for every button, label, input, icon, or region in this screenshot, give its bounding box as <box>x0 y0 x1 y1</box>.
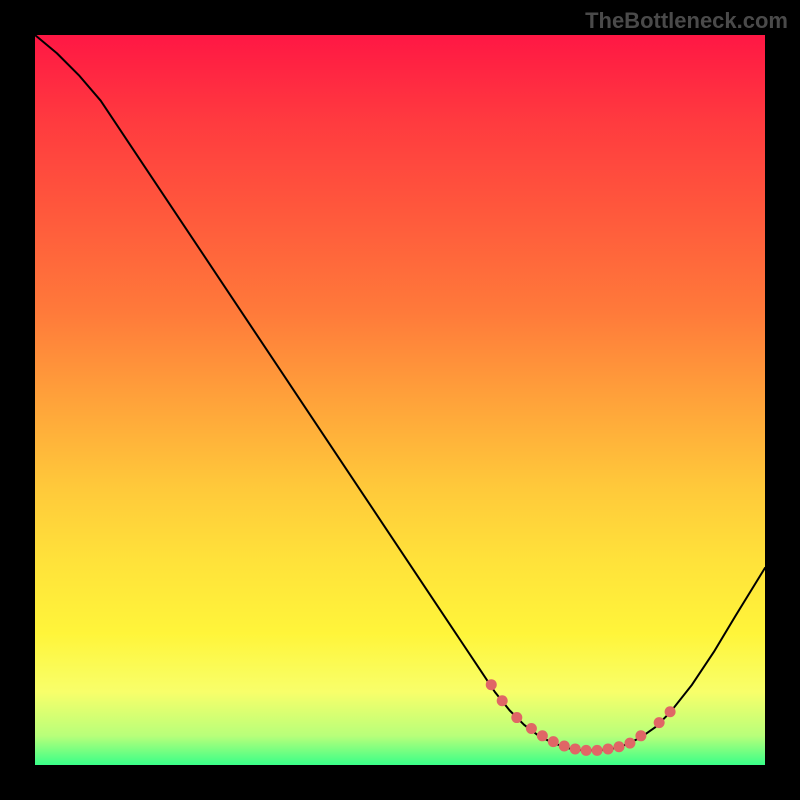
chart-highlight-dot <box>654 717 665 728</box>
chart-highlight-dot <box>635 730 646 741</box>
chart-highlight-dot <box>511 712 522 723</box>
chart-highlight-dot <box>537 730 548 741</box>
chart-gradient-bg <box>35 35 765 765</box>
chart-highlight-dot <box>665 706 676 717</box>
chart-highlight-dot <box>624 738 635 749</box>
chart-container: TheBottleneck.com <box>0 0 800 800</box>
chart-highlight-dot <box>497 695 508 706</box>
chart-highlight-dot <box>614 741 625 752</box>
chart-highlight-dot <box>570 743 581 754</box>
chart-svg <box>0 0 800 800</box>
chart-highlight-dot <box>526 723 537 734</box>
chart-highlight-dot <box>581 745 592 756</box>
chart-highlight-dot <box>559 741 570 752</box>
watermark-label: TheBottleneck.com <box>585 8 788 34</box>
chart-highlight-dot <box>548 736 559 747</box>
chart-highlight-dot <box>592 745 603 756</box>
chart-highlight-dot <box>486 679 497 690</box>
chart-highlight-dot <box>603 743 614 754</box>
